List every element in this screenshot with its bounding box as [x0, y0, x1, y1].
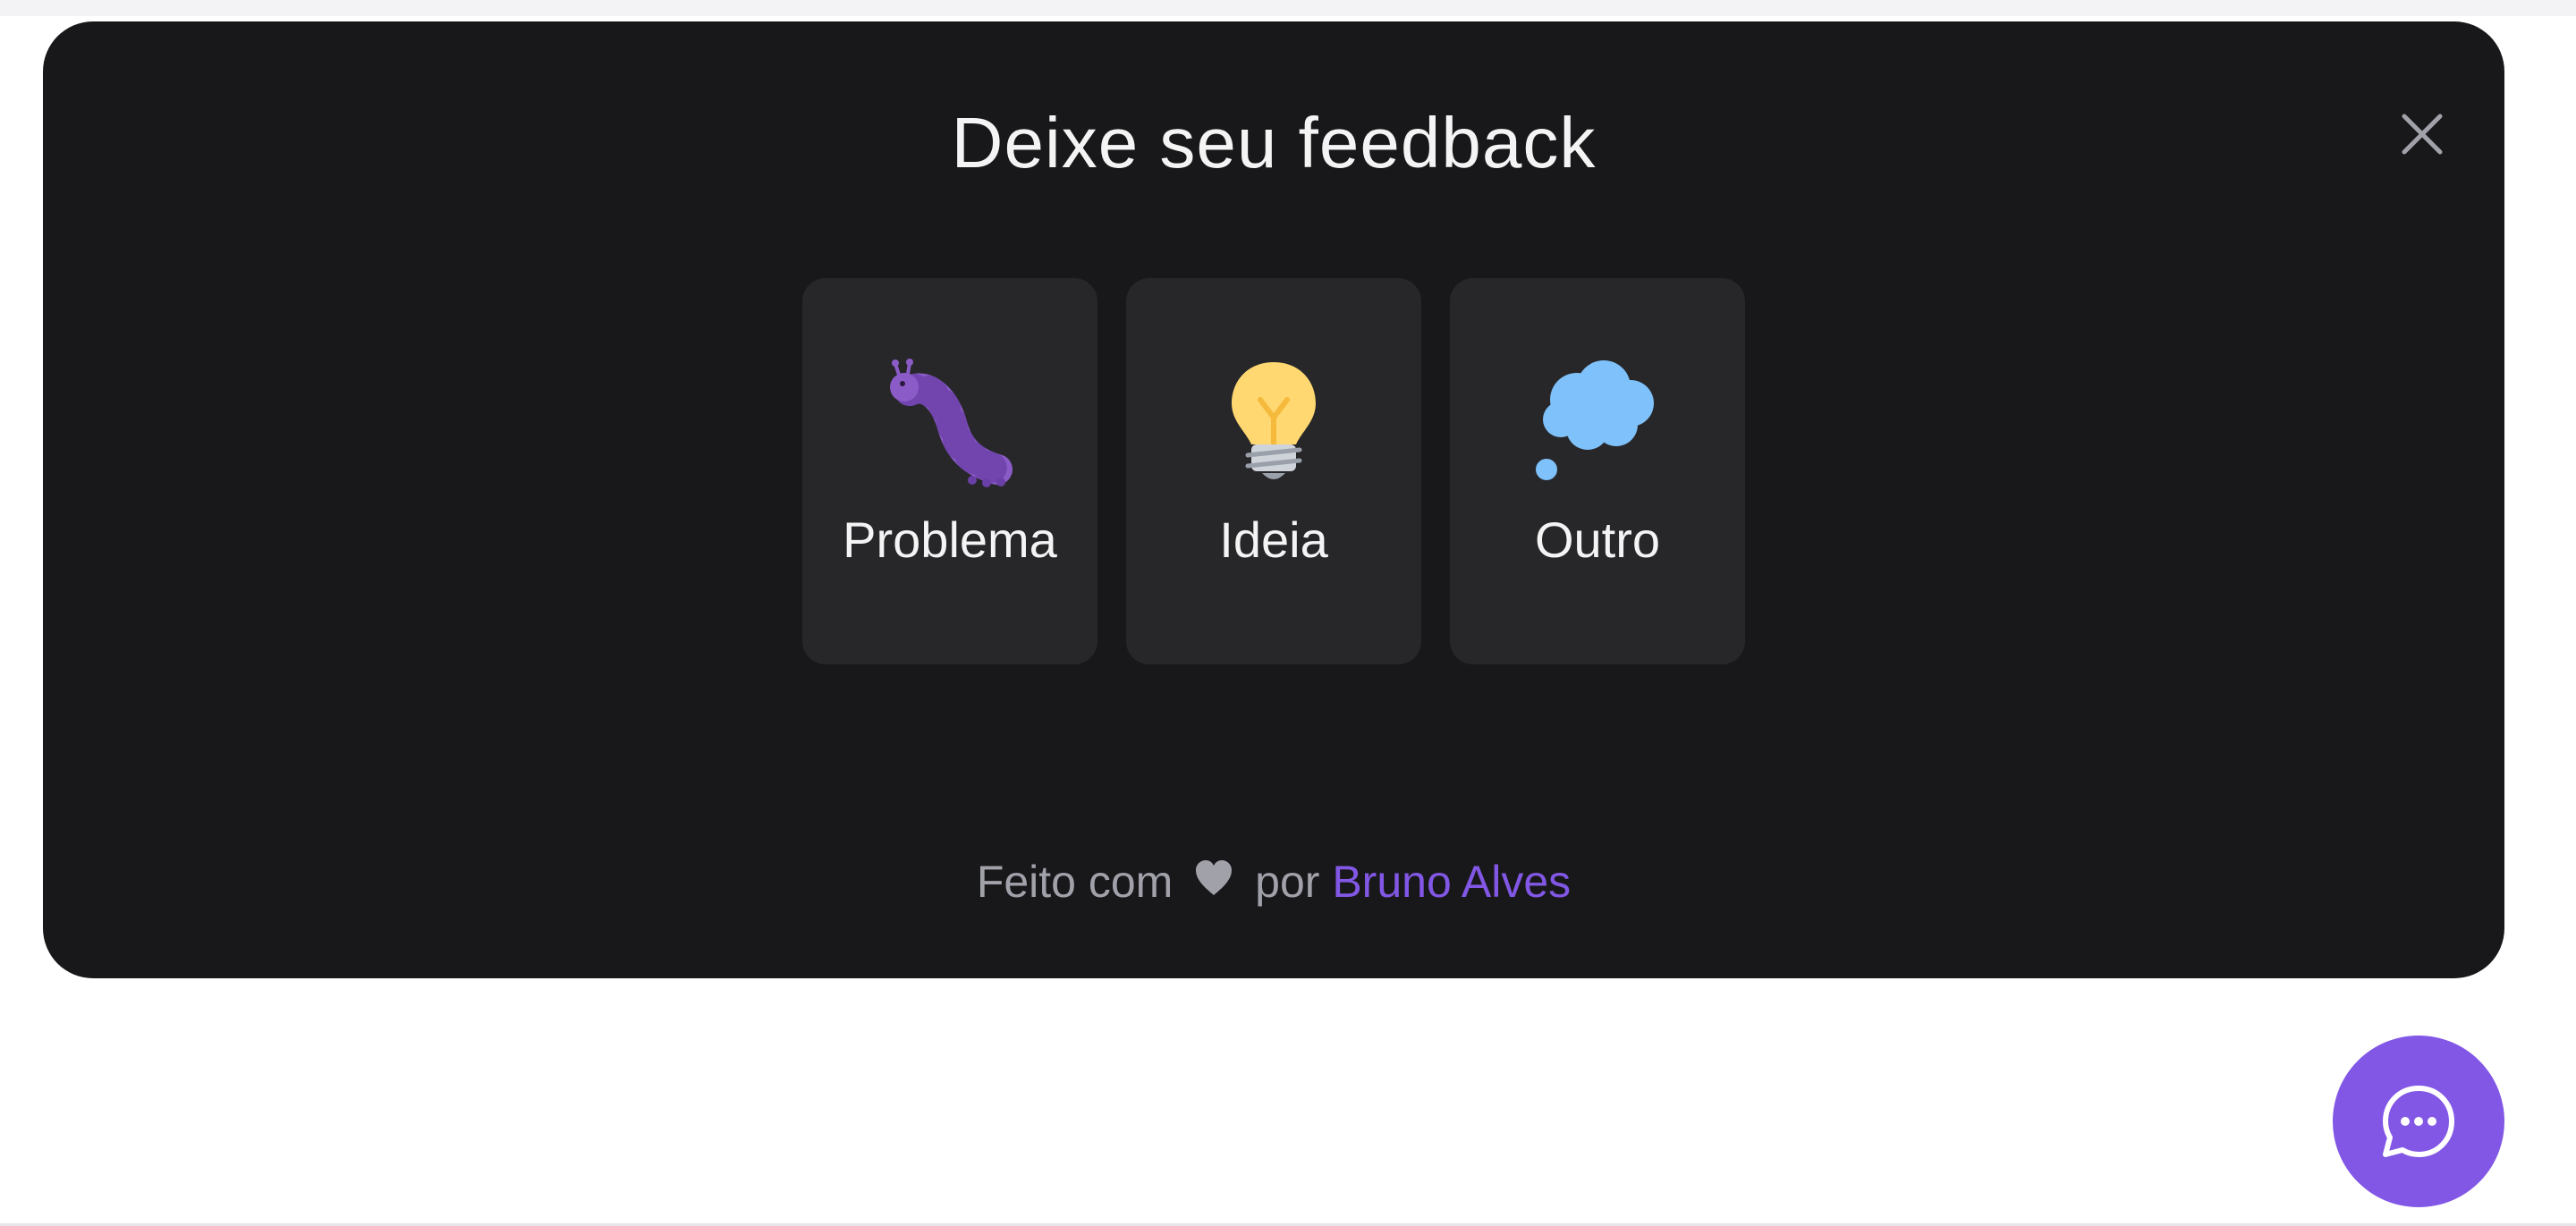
- close-icon: [2402, 114, 2443, 155]
- widget-footer: Feito com por Bruno Alves: [43, 853, 2504, 914]
- feedback-type-outro-button[interactable]: Outro: [1450, 278, 1745, 664]
- author-link[interactable]: Bruno Alves: [1332, 857, 1571, 907]
- footer-middle: por: [1255, 857, 1320, 907]
- widget-title: Deixe seu feedback: [951, 103, 1597, 182]
- caterpillar-icon: [883, 355, 1017, 489]
- feedback-type-label: Problema: [843, 512, 1057, 568]
- feedback-type-problema-button[interactable]: Problema: [802, 278, 1097, 664]
- close-button[interactable]: [2386, 98, 2458, 170]
- open-feedback-button[interactable]: [2333, 1036, 2504, 1207]
- top-divider: [0, 0, 2576, 16]
- heart-icon: [1194, 853, 1233, 910]
- chat-bubble-icon: [2383, 1086, 2454, 1157]
- thought-bubble-icon: [1530, 355, 1665, 489]
- feedback-type-ideia-button[interactable]: Ideia: [1126, 278, 1421, 664]
- page: Deixe seu feedback Problema Ideia Outro …: [0, 0, 2576, 1226]
- feedback-type-label: Outro: [1534, 512, 1661, 568]
- feedback-widget: Deixe seu feedback Problema Ideia Outro …: [43, 21, 2504, 978]
- footer-prefix: Feito com: [976, 857, 1174, 907]
- feedback-type-list: Problema Ideia Outro: [802, 278, 1745, 664]
- feedback-type-label: Ideia: [1219, 512, 1328, 568]
- lightbulb-icon: [1207, 355, 1341, 489]
